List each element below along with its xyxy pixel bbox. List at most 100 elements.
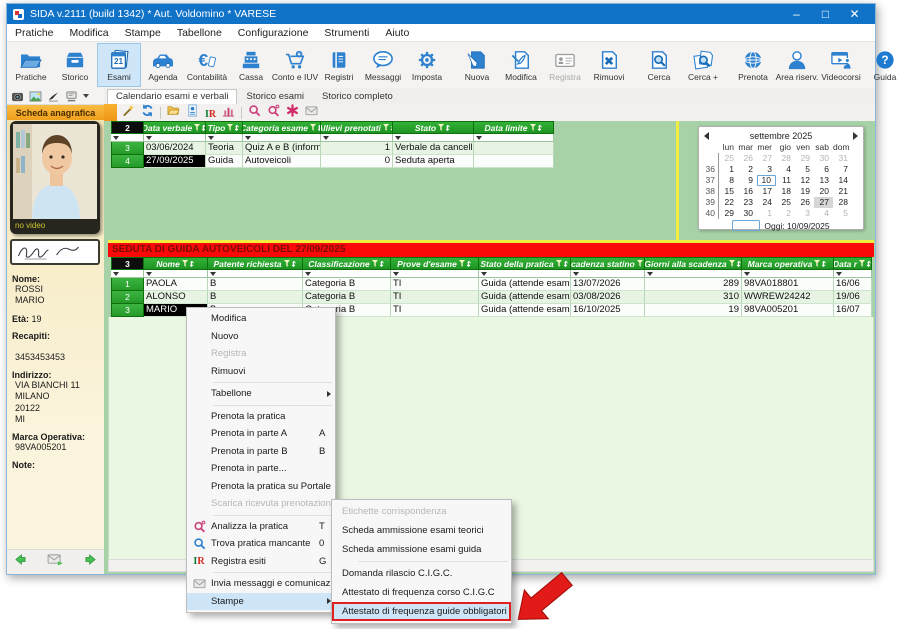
cell[interactable]: 1 <box>321 142 393 155</box>
send-mail-icon[interactable] <box>47 553 64 571</box>
column-header-giorni-alla-scadenza[interactable]: Giorni alla scadenza <box>645 257 742 270</box>
cell[interactable] <box>474 142 554 155</box>
calendar-day[interactable]: 1 <box>719 164 738 175</box>
calendar-day[interactable]: 30 <box>738 208 757 219</box>
table-row[interactable]: 1PAOLABCategoria BTIGuida (attende esame… <box>111 278 872 291</box>
toolbar-button-storico[interactable]: Storico <box>53 43 97 87</box>
filter-cell[interactable] <box>393 134 474 142</box>
toolbar-button-guida[interactable]: ?Guida <box>863 43 900 87</box>
toolbar-button-nuova[interactable]: Nuova <box>455 43 499 87</box>
toolbar-button-contabilit[interactable]: €Contabilità <box>185 43 229 87</box>
cell[interactable]: 13/07/2026 <box>571 278 645 291</box>
filter-cell[interactable] <box>479 270 571 278</box>
menu-item-trova-pratica-mancante[interactable]: Trova pratica mancante0 <box>187 535 335 553</box>
filter-sort-icon[interactable] <box>814 260 827 268</box>
filter-cell[interactable] <box>243 134 321 142</box>
menu-item-analizza-la-pratica[interactable]: Analizza la praticaT <box>187 518 335 536</box>
calendar-day[interactable]: 4 <box>814 208 833 219</box>
camera-icon[interactable] <box>11 91 24 102</box>
calendar-day[interactable]: 16 <box>738 186 757 197</box>
column-header-allievi-prenotati[interactable]: Allievi prenotati <box>321 121 393 134</box>
calendar-day[interactable]: 26 <box>738 153 757 164</box>
filter-sort-icon[interactable] <box>182 260 195 268</box>
calendar-day[interactable]: 14 <box>833 175 852 186</box>
filter-sort-icon[interactable] <box>530 124 543 132</box>
filter-sort-icon[interactable] <box>556 260 569 268</box>
asterisk-icon[interactable] <box>286 104 299 122</box>
cell[interactable]: PAOLA <box>144 278 208 291</box>
calendar-day[interactable]: 26 <box>795 197 814 208</box>
column-header-nome[interactable]: Nome <box>144 257 208 270</box>
column-header-data-limite[interactable]: Data limite <box>474 121 554 134</box>
toolbar-button-esami[interactable]: 21Esami <box>97 43 141 87</box>
calendar-day[interactable]: 4 <box>776 164 795 175</box>
menubar-item-aiuto[interactable]: Aiuto <box>377 27 417 39</box>
calendar-day[interactable]: 21 <box>833 186 852 197</box>
menubar-item-pratiche[interactable]: Pratiche <box>7 27 62 39</box>
filter-sort-icon[interactable] <box>227 124 240 132</box>
calendar-day[interactable]: 2 <box>738 164 757 175</box>
cell[interactable]: TI <box>391 278 479 291</box>
menu-item-nuovo[interactable]: Nuovo <box>187 328 335 346</box>
menu-item-registra-esiti[interactable]: IRRegistra esitiG <box>187 553 335 571</box>
menu-item-domanda-rilascio-c-i-g-c[interactable]: Domanda rilascio C.I.G.C. <box>332 564 511 583</box>
filter-cell[interactable] <box>321 134 393 142</box>
calendar-today-box[interactable] <box>732 220 760 231</box>
cell[interactable]: 16/07 <box>834 304 872 317</box>
signature-pen-icon[interactable] <box>47 91 60 102</box>
column-header-tipo[interactable]: Tipo <box>206 121 243 134</box>
filter-cell[interactable] <box>144 134 206 142</box>
cell[interactable]: 289 <box>645 278 742 291</box>
maximize-button[interactable]: □ <box>811 4 840 24</box>
filter-cell[interactable] <box>144 270 208 278</box>
open-folder-icon[interactable] <box>167 104 180 122</box>
cell[interactable]: Autoveicoli <box>243 155 321 168</box>
menu-item-etichette-corrispondenza[interactable]: Etichette corrispondenza <box>332 502 511 521</box>
toolbar-button-pratiche[interactable]: Pratiche <box>9 43 53 87</box>
filter-sort-icon[interactable] <box>459 260 472 268</box>
cell[interactable]: 16/06 <box>834 278 872 291</box>
toolbar-button-registra[interactable]: Registra <box>543 43 587 87</box>
filter-sort-icon[interactable] <box>438 124 451 132</box>
image-icon[interactable] <box>29 91 42 102</box>
filter-sort-icon[interactable] <box>729 260 742 268</box>
calendar-day[interactable]: 9 <box>738 175 757 186</box>
minimize-button[interactable]: – <box>782 4 811 24</box>
cell[interactable]: 27/09/2025 <box>144 155 206 168</box>
tab-calendario-esami-e-verbali[interactable]: Calendario esami e verbali <box>107 89 237 104</box>
mail-icon[interactable] <box>305 104 318 122</box>
toolbar-button-conto-e-iuv[interactable]: Conto e IUV <box>273 43 317 87</box>
cell[interactable]: Guida (attende esame) <box>479 291 571 304</box>
close-button[interactable]: ✕ <box>840 4 869 24</box>
filter-sort-icon[interactable] <box>372 260 385 268</box>
cell[interactable]: Categoria B <box>303 291 391 304</box>
calendar-day[interactable]: 28 <box>776 153 795 164</box>
menubar-item-stampe[interactable]: Stampe <box>117 27 169 39</box>
column-header-stato[interactable]: Stato <box>393 121 474 134</box>
filter-cell[interactable] <box>111 134 144 142</box>
calendar-day[interactable]: 29 <box>795 153 814 164</box>
table-row[interactable]: 427/09/2025GuidaAutoveicoli0Seduta apert… <box>111 155 554 168</box>
table-row[interactable]: 303/06/2024TeoriaQuiz A e B (inform.)1Ve… <box>111 142 554 155</box>
cell[interactable]: 98VA005201 <box>742 304 834 317</box>
calendar-day[interactable]: 29 <box>719 208 738 219</box>
toolbar-button-rimuovi[interactable]: Rimuovi <box>587 43 631 87</box>
menu-item-tabellone[interactable]: Tabellone <box>187 385 335 403</box>
menubar-item-modifica[interactable]: Modifica <box>62 27 117 39</box>
menubar-item-strumenti[interactable]: Strumenti <box>316 27 377 39</box>
cell[interactable]: TI <box>391 304 479 317</box>
filter-cell[interactable] <box>208 270 303 278</box>
document-icon[interactable] <box>186 104 199 122</box>
tab-storico-esami[interactable]: Storico esami <box>237 89 313 104</box>
calendar-day[interactable]: 25 <box>776 197 795 208</box>
column-header-scadenza-statino[interactable]: Scadenza statino <box>571 257 645 270</box>
calendar-day[interactable]: 5 <box>795 164 814 175</box>
calendar-day[interactable]: 25 <box>719 153 738 164</box>
toolbar-button-cassa[interactable]: Cassa <box>229 43 273 87</box>
filter-cell[interactable] <box>111 270 144 278</box>
dropdown-arrow-icon[interactable] <box>83 94 89 98</box>
next-arrow-icon[interactable] <box>83 553 98 571</box>
filter-sort-icon[interactable] <box>859 260 872 268</box>
zoom-icon[interactable] <box>248 104 261 122</box>
menu-item-invia-messaggi-e-comunicazioni[interactable]: Invia messaggi e comunicazioni <box>187 575 335 593</box>
